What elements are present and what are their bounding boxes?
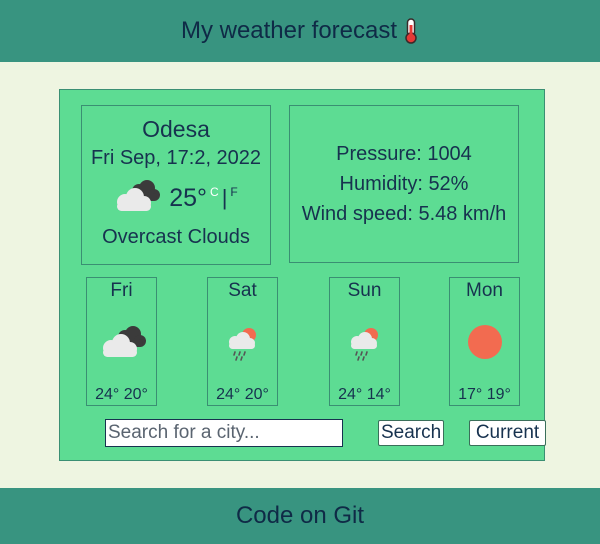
overcast-clouds-icon [87, 312, 156, 372]
current-date: Fri Sep, 17:2, 2022 [90, 147, 262, 169]
app-header: My weather forecast [0, 0, 600, 62]
weather-card: Odesa Fri Sep, 17:2, 2022 25° C | F Over… [59, 89, 546, 461]
weather-description: Overcast Clouds [102, 226, 250, 248]
forecast-day-name: Sun [347, 280, 382, 301]
city-name: Odesa [142, 116, 210, 142]
fahrenheit-toggle[interactable]: F [230, 185, 237, 199]
forecast-day-name: Fri [110, 280, 133, 301]
forecast-temps: 24° 20° [216, 386, 269, 403]
search-button[interactable]: Search [378, 420, 444, 446]
forecast-temps: 17° 19° [458, 386, 511, 403]
current-weather-panel: Odesa Fri Sep, 17:2, 2022 25° C | F Over… [81, 105, 271, 265]
humidity-text: Humidity: 52% [339, 173, 469, 195]
sun-rain-cloud-icon [330, 312, 399, 372]
overcast-clouds-icon [111, 178, 161, 219]
forecast-day: Sun 24° 14° [329, 277, 400, 406]
forecast-day: Fri 24° 20° [86, 277, 157, 406]
temperature-row: 25° C | F [82, 178, 270, 218]
unit-separator: | [221, 185, 228, 210]
forecast-temps: 24° 20° [95, 386, 148, 403]
app-title: My weather forecast [180, 17, 398, 44]
thermometer-icon [403, 18, 419, 44]
forecast-temps: 24° 14° [338, 386, 391, 403]
sun-rain-cloud-icon [208, 312, 277, 372]
wind-speed-text: Wind speed: 5.48 km/h [301, 203, 507, 225]
weather-details-panel: Pressure: 1004 Humidity: 52% Wind speed:… [289, 105, 519, 263]
celsius-toggle[interactable]: C [210, 185, 219, 199]
forecast-day: Mon 17° 19° [449, 277, 520, 406]
current-temperature: 25° [169, 183, 208, 212]
sun-icon [450, 312, 519, 372]
forecast-day: Sat 24° 20° [207, 277, 278, 406]
pressure-text: Pressure: 1004 [336, 143, 472, 165]
forecast-day-name: Sat [228, 280, 257, 301]
city-search-input[interactable] [105, 419, 343, 447]
current-location-button[interactable]: Current [469, 420, 546, 446]
forecast-day-name: Mon [466, 280, 503, 301]
code-on-git-link[interactable]: Code on Git [0, 488, 600, 544]
